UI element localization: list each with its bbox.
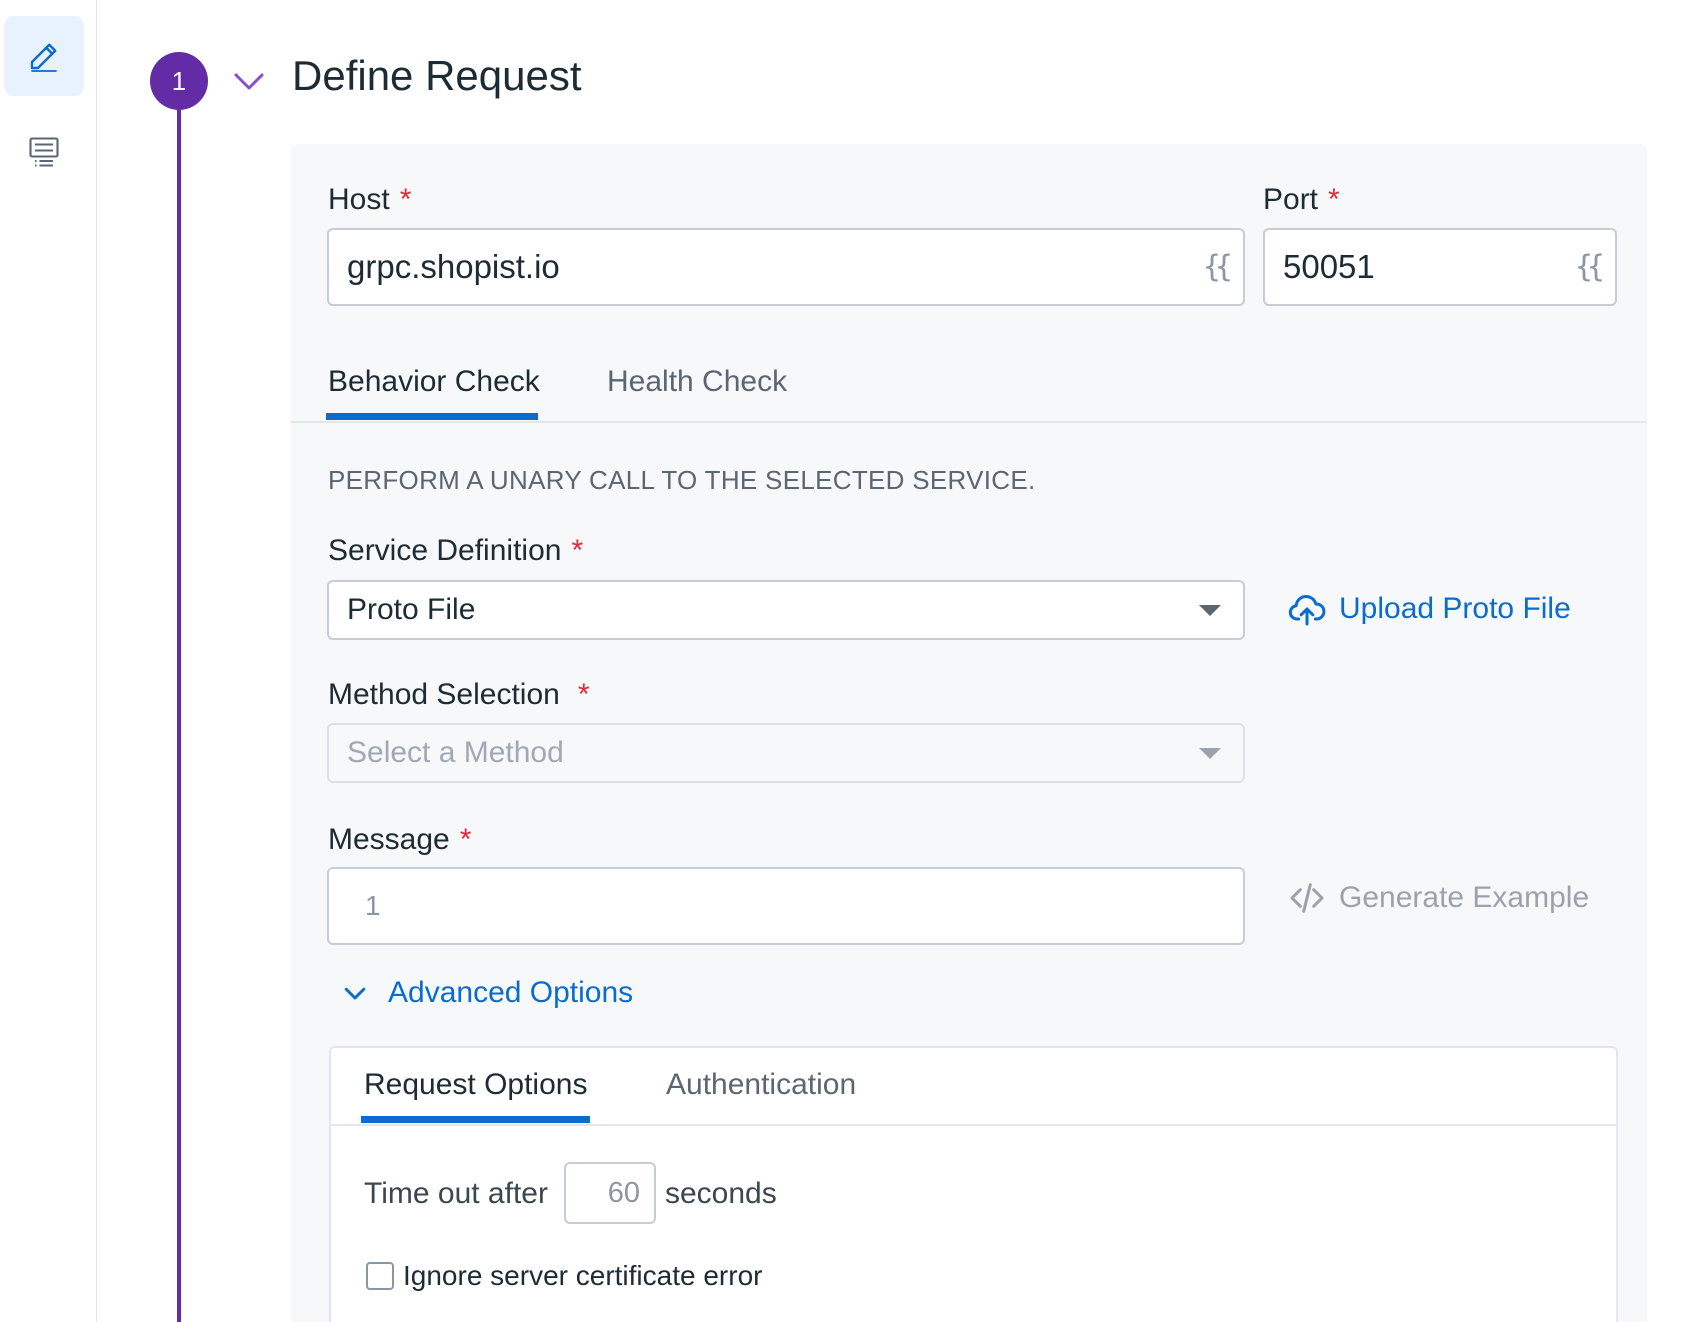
required-marker: * xyxy=(571,534,584,567)
pencil-icon xyxy=(30,43,57,72)
template-variable-icon[interactable]: {{ xyxy=(1575,250,1605,285)
required-marker: * xyxy=(399,183,412,216)
timeout-suffix-text: seconds xyxy=(665,1177,777,1210)
step-timeline-line xyxy=(177,110,181,1322)
host-input-value: grpc.shopist.io xyxy=(347,248,560,285)
message-label: Message * xyxy=(328,823,471,857)
port-label-text: Port xyxy=(1263,183,1319,216)
host-label-text: Host xyxy=(328,183,390,216)
dropdown-caret-icon xyxy=(1199,748,1221,759)
list-icon xyxy=(29,137,59,167)
timeout-seconds-input[interactable]: 60 xyxy=(564,1162,656,1224)
tab-authentication[interactable]: Authentication xyxy=(666,1068,856,1102)
service-definition-select[interactable]: Proto File xyxy=(327,580,1245,640)
method-selection-select[interactable]: Select a Method xyxy=(327,723,1245,783)
ignore-cert-checkbox[interactable] xyxy=(366,1262,394,1290)
port-input[interactable]: 50051 {{ xyxy=(1263,228,1617,306)
required-marker: * xyxy=(1328,183,1340,216)
host-label: Host * xyxy=(328,183,411,217)
method-selection-label-text: Method Selection xyxy=(328,678,560,711)
generate-example-label: Generate Example xyxy=(1339,881,1590,914)
timeout-prefix-text: Time out after xyxy=(364,1177,548,1210)
service-definition-label-text: Service Definition xyxy=(328,534,562,567)
rail-edit-button[interactable] xyxy=(4,16,84,96)
service-definition-value: Proto File xyxy=(347,593,476,626)
template-variable-icon[interactable]: {{ xyxy=(1203,250,1233,285)
method-selection-label: Method Selection * xyxy=(328,678,590,712)
tabs-divider xyxy=(331,1124,1616,1126)
service-definition-label: Service Definition * xyxy=(328,534,583,568)
required-marker: * xyxy=(459,823,472,856)
upload-proto-file-link[interactable]: Upload Proto File xyxy=(1287,589,1571,629)
chevron-down-icon xyxy=(344,987,366,1000)
active-tab-indicator xyxy=(326,413,538,420)
left-rail xyxy=(0,0,97,1322)
message-label-text: Message xyxy=(328,823,450,856)
code-icon xyxy=(1290,883,1324,913)
tab-behavior-check[interactable]: Behavior Check xyxy=(328,365,540,399)
chevron-down-icon[interactable] xyxy=(232,66,266,96)
advanced-options-label: Advanced Options xyxy=(388,976,634,1009)
dropdown-caret-icon xyxy=(1199,605,1221,616)
rail-list-button[interactable] xyxy=(4,112,84,192)
tab-request-options[interactable]: Request Options xyxy=(364,1068,587,1102)
advanced-options-toggle[interactable]: Advanced Options xyxy=(340,976,633,1010)
method-selection-placeholder: Select a Method xyxy=(347,736,564,769)
behavior-description: PERFORM A UNARY CALL TO THE SELECTED SER… xyxy=(328,465,1036,495)
editor-line-number: 1 xyxy=(365,890,381,921)
step-title: Define Request xyxy=(292,52,582,99)
active-tab-indicator xyxy=(361,1116,590,1123)
required-marker: * xyxy=(577,678,590,711)
message-editor[interactable]: 1 xyxy=(327,867,1245,945)
step-number-badge: 1 xyxy=(150,52,208,110)
tabs-divider xyxy=(291,421,1647,423)
port-label: Port * xyxy=(1263,183,1340,217)
port-input-value: 50051 xyxy=(1283,248,1375,285)
ignore-cert-label[interactable]: Ignore server certificate error xyxy=(403,1260,762,1292)
app-root: 1 Define Request Host * grpc.shopist.io {… xyxy=(0,0,1682,1322)
upload-proto-file-label: Upload Proto File xyxy=(1339,592,1571,625)
generate-example-link[interactable]: Generate Example xyxy=(1287,878,1589,918)
cloud-upload-icon xyxy=(1288,594,1326,626)
host-input[interactable]: grpc.shopist.io {{ xyxy=(327,228,1245,306)
tab-health-check[interactable]: Health Check xyxy=(607,365,787,399)
